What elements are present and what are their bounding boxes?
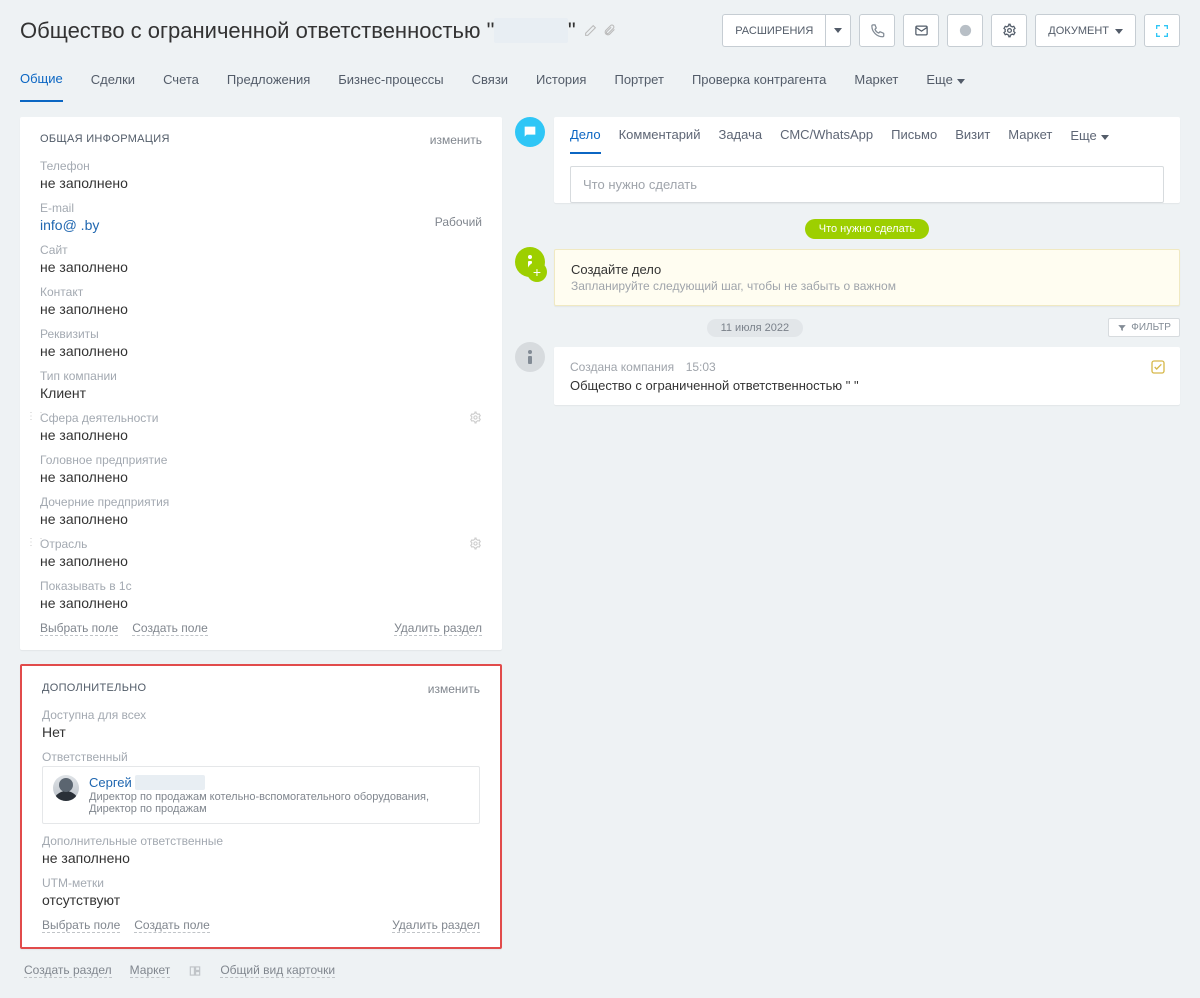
select-field-link[interactable]: Выбрать поле bbox=[42, 918, 120, 933]
event-text: Общество с ограниченной ответственностью… bbox=[570, 378, 1164, 393]
panel-title: ДОПОЛНИТЕЛЬНО bbox=[42, 682, 146, 696]
extensions-button[interactable]: РАСШИРЕНИЯ bbox=[722, 14, 825, 47]
field-scope[interactable]: ⋮⋮ Сфера деятельности не заполнено bbox=[40, 411, 482, 443]
feed-tab-comment[interactable]: Комментарий bbox=[619, 127, 701, 154]
fullscreen-button[interactable] bbox=[1144, 14, 1180, 47]
tab-portrait[interactable]: Портрет bbox=[614, 61, 663, 102]
field-head-enterprise[interactable]: Головное предприятие не заполнено bbox=[40, 453, 482, 485]
responsible-name[interactable]: Сергей XXXXXXXX bbox=[89, 775, 469, 790]
extensions-dropdown[interactable] bbox=[825, 14, 851, 47]
feed-tabs: Дело Комментарий Задача СМС/WhatsApp Пис… bbox=[554, 117, 1180, 154]
main-tabs: Общие Сделки Счета Предложения Бизнес-пр… bbox=[0, 61, 1200, 103]
edit-title-icon[interactable] bbox=[584, 24, 597, 37]
field-industry[interactable]: ⋮⋮ Отрасль не заполнено bbox=[40, 537, 482, 569]
feed-tab-delo[interactable]: Дело bbox=[570, 127, 601, 154]
card-view-link[interactable]: Общий вид карточки bbox=[220, 963, 335, 978]
create-field-link[interactable]: Создать поле bbox=[134, 918, 210, 933]
feed-tab-sms[interactable]: СМС/WhatsApp bbox=[780, 127, 873, 154]
create-delo-title: Создайте дело bbox=[571, 262, 1163, 277]
chat-button[interactable] bbox=[947, 14, 983, 47]
delete-section-link[interactable]: Удалить раздел bbox=[392, 918, 480, 933]
field-subsidiaries[interactable]: Дочерние предприятия не заполнено bbox=[40, 495, 482, 527]
field-utm[interactable]: UTM-метки отсутствуют bbox=[42, 876, 480, 908]
field-show-1c[interactable]: Показывать в 1с не заполнено bbox=[40, 579, 482, 611]
gear-icon[interactable] bbox=[469, 537, 482, 550]
date-pill: 11 июля 2022 bbox=[707, 319, 804, 337]
panel-edit-link[interactable]: изменить bbox=[428, 682, 480, 696]
avatar bbox=[53, 775, 79, 801]
field-company-type[interactable]: Тип компании Клиент bbox=[40, 369, 482, 401]
check-icon[interactable] bbox=[1150, 359, 1166, 375]
gear-icon[interactable] bbox=[469, 411, 482, 424]
comment-bubble-icon[interactable] bbox=[515, 117, 545, 147]
field-responsible: Ответственный Сергей XXXXXXXX Директор п… bbox=[42, 750, 480, 824]
document-button[interactable]: ДОКУМЕНТ bbox=[1035, 14, 1136, 47]
tab-check[interactable]: Проверка контрагента bbox=[692, 61, 826, 102]
page-title: Общество с ограниченной ответственностью… bbox=[20, 18, 576, 44]
separator-icon bbox=[188, 964, 202, 978]
extensions-button-group[interactable]: РАСШИРЕНИЯ bbox=[722, 14, 851, 47]
event-time: 15:03 bbox=[686, 360, 716, 374]
chevron-down-icon bbox=[1101, 128, 1109, 143]
email-tag: Рабочий bbox=[435, 215, 482, 229]
panel-general-info: ОБЩАЯ ИНФОРМАЦИЯ изменить Телефон не зап… bbox=[20, 117, 502, 650]
attach-icon[interactable] bbox=[603, 24, 616, 37]
settings-button[interactable] bbox=[991, 14, 1027, 47]
panel-title: ОБЩАЯ ИНФОРМАЦИЯ bbox=[40, 133, 170, 147]
tab-processes[interactable]: Бизнес-процессы bbox=[338, 61, 443, 102]
create-section-link[interactable]: Создать раздел bbox=[24, 963, 112, 978]
feed-tab-more[interactable]: Еще bbox=[1070, 127, 1108, 154]
feed-tab-task[interactable]: Задача bbox=[718, 127, 762, 154]
create-field-link[interactable]: Создать поле bbox=[132, 621, 208, 636]
tab-more[interactable]: Еще bbox=[926, 61, 964, 102]
tab-links[interactable]: Связи bbox=[472, 61, 508, 102]
todo-pill: Что нужно сделать bbox=[805, 219, 929, 239]
responsible-user-chip[interactable]: Сергей XXXXXXXX Директор по продажам кот… bbox=[42, 766, 480, 824]
page-title-wrap: Общество с ограниченной ответственностью… bbox=[20, 18, 616, 44]
field-contact[interactable]: Контакт не заполнено bbox=[40, 285, 482, 317]
delete-section-link[interactable]: Удалить раздел bbox=[394, 621, 482, 636]
select-field-link[interactable]: Выбрать поле bbox=[40, 621, 118, 636]
call-button[interactable] bbox=[859, 14, 895, 47]
drag-handle-icon[interactable]: ⋮⋮ bbox=[26, 537, 46, 548]
market-link[interactable]: Маркет bbox=[130, 963, 171, 978]
mail-button[interactable] bbox=[903, 14, 939, 47]
event-title: Создана компания bbox=[570, 360, 674, 374]
feed-input[interactable]: Что нужно сделать bbox=[570, 166, 1164, 203]
event-card: Создана компания 15:03 Общество с ограни… bbox=[554, 347, 1180, 405]
tab-offers[interactable]: Предложения bbox=[227, 61, 310, 102]
feed-tab-letter[interactable]: Письмо bbox=[891, 127, 937, 154]
tab-invoices[interactable]: Счета bbox=[163, 61, 199, 102]
bottom-links: Создать раздел Маркет Общий вид карточки bbox=[20, 963, 502, 978]
create-delo-card[interactable]: + Создайте дело Запланируйте следующий ш… bbox=[554, 249, 1180, 306]
feed-tab-market[interactable]: Маркет bbox=[1008, 127, 1052, 154]
tab-market[interactable]: Маркет bbox=[854, 61, 898, 102]
feed-tab-visit[interactable]: Визит bbox=[955, 127, 990, 154]
panel-additional: ДОПОЛНИТЕЛЬНО изменить Доступна для всех… bbox=[20, 664, 502, 949]
tab-history[interactable]: История bbox=[536, 61, 586, 102]
drag-handle-icon[interactable]: ⋮⋮ bbox=[26, 411, 46, 422]
chevron-down-icon bbox=[1115, 25, 1123, 37]
feed-panel: Дело Комментарий Задача СМС/WhatsApp Пис… bbox=[554, 117, 1180, 203]
field-phone[interactable]: Телефон не заполнено bbox=[40, 159, 482, 191]
tab-general[interactable]: Общие bbox=[20, 61, 63, 102]
filter-button[interactable]: ФИЛЬТР bbox=[1108, 318, 1180, 337]
info-grey-icon bbox=[515, 342, 545, 372]
create-delo-sub: Запланируйте следующий шаг, чтобы не заб… bbox=[571, 279, 1163, 293]
plus-icon[interactable]: + bbox=[527, 262, 547, 282]
email-link[interactable]: info@ .by bbox=[40, 217, 482, 233]
field-site[interactable]: Сайт не заполнено bbox=[40, 243, 482, 275]
field-email[interactable]: E-mail info@ .by Рабочий bbox=[40, 201, 482, 233]
chevron-down-icon bbox=[957, 72, 965, 87]
field-available[interactable]: Доступна для всех Нет bbox=[42, 708, 480, 740]
responsible-role: Директор по продажам котельно-вспомогате… bbox=[89, 791, 469, 815]
field-additional-responsible[interactable]: Дополнительные ответственные не заполнен… bbox=[42, 834, 480, 866]
panel-edit-link[interactable]: изменить bbox=[430, 133, 482, 147]
field-requisites[interactable]: Реквизиты не заполнено bbox=[40, 327, 482, 359]
tab-deals[interactable]: Сделки bbox=[91, 61, 135, 102]
